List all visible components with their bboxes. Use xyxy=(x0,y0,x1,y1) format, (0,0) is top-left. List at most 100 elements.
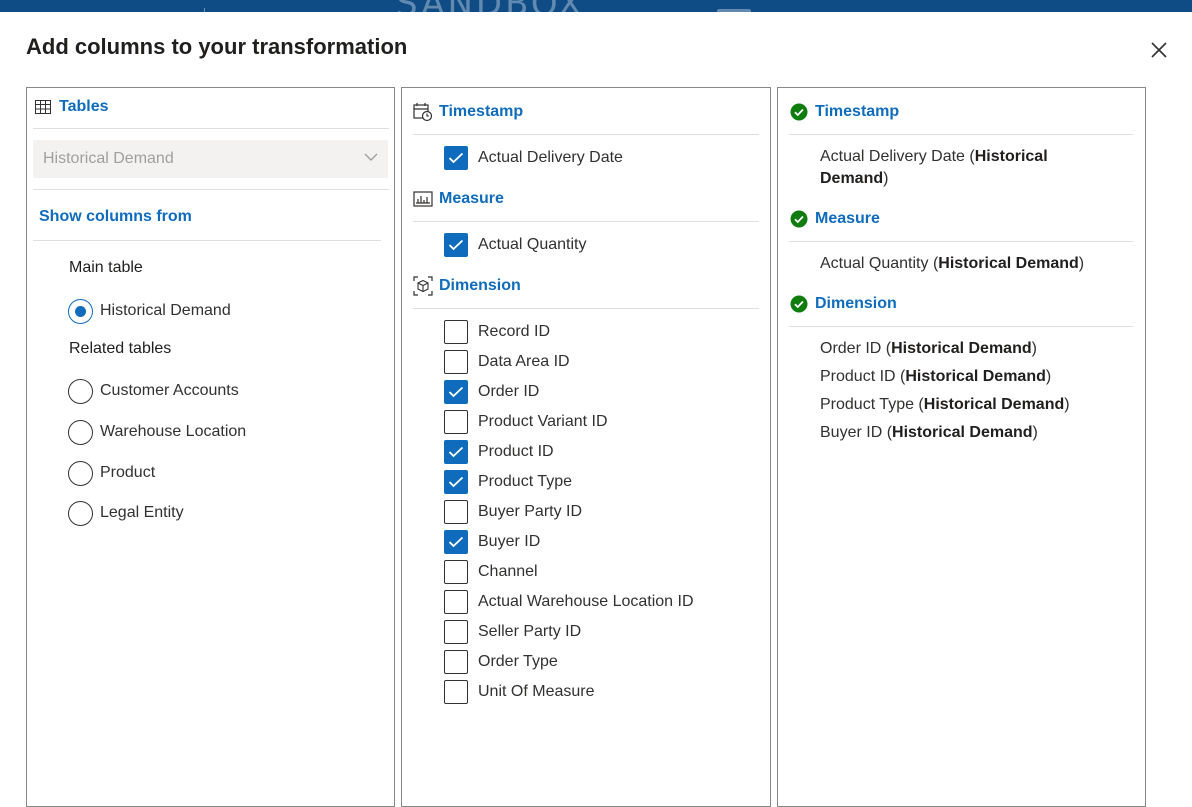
topbar-control xyxy=(717,9,751,12)
divider xyxy=(789,241,1133,242)
tables-heading-label: Tables xyxy=(59,98,109,115)
checkbox[interactable] xyxy=(444,650,468,674)
selected-timestamp-label: Timestamp xyxy=(815,103,900,120)
selected-column-table: Historical Demand xyxy=(891,340,1032,357)
checkbox[interactable] xyxy=(444,470,468,494)
checkbox-label: Data Area ID xyxy=(478,353,570,370)
selected-columns-panel: Timestamp Actual Delivery Date (Historic… xyxy=(777,87,1146,807)
checkbox[interactable] xyxy=(444,380,468,404)
table-icon xyxy=(33,97,53,117)
radio-button[interactable] xyxy=(68,378,93,404)
divider xyxy=(33,128,389,129)
app-top-bar: SANDBOX xyxy=(0,0,1192,12)
selected-column-item: Actual Delivery Date (Historical Demand) xyxy=(820,148,1048,187)
selected-column-name: Actual Delivery Date xyxy=(820,148,965,165)
checkbox-label: Buyer ID xyxy=(478,533,541,550)
checkbox-product-type[interactable]: Product Type xyxy=(444,469,572,495)
checkbox-seller-party-id[interactable]: Seller Party ID xyxy=(444,619,581,645)
checkbox-buyer-party-id[interactable]: Buyer Party ID xyxy=(444,499,582,525)
checkmark-icon xyxy=(448,386,464,398)
checkbox[interactable] xyxy=(444,530,468,554)
radio-product[interactable]: Product xyxy=(68,460,155,486)
radio-customer-accounts[interactable]: Customer Accounts xyxy=(68,378,239,404)
measure-chart-icon xyxy=(413,189,433,209)
close-button[interactable] xyxy=(1146,37,1172,63)
related-tables-label: Related tables xyxy=(69,340,172,357)
selected-timestamp-heading: Timestamp xyxy=(789,100,899,124)
chevron-down-icon xyxy=(364,153,378,161)
selected-column-table: Historical Demand xyxy=(938,255,1079,272)
radio-label: Warehouse Location xyxy=(100,423,247,440)
checkbox-buyer-id[interactable]: Buyer ID xyxy=(444,529,540,555)
radio-button[interactable] xyxy=(68,298,93,324)
divider xyxy=(413,134,759,135)
checkbox-label: Order ID xyxy=(478,383,540,400)
checkbox-channel[interactable]: Channel xyxy=(444,559,538,585)
checkbox-product-id[interactable]: Product ID xyxy=(444,439,554,465)
radio-button[interactable] xyxy=(68,460,93,486)
tables-panel: Tables Historical Demand Show columns fr… xyxy=(26,87,395,807)
checkbox-label: Buyer Party ID xyxy=(478,503,583,520)
checkbox-label: Product ID xyxy=(478,443,554,460)
selected-column-table: Historical Demand xyxy=(892,424,1033,441)
selected-column-name: Actual Quantity xyxy=(820,255,929,272)
measure-heading-label: Measure xyxy=(439,190,504,207)
checkbox[interactable] xyxy=(444,500,468,524)
checkbox-label: Order Type xyxy=(478,653,558,670)
main-table-label: Main table xyxy=(69,259,143,276)
checkbox-label: Unit Of Measure xyxy=(478,683,595,700)
divider xyxy=(789,134,1133,135)
divider xyxy=(413,221,759,222)
checkbox-record-id[interactable]: Record ID xyxy=(444,319,550,345)
radio-label: Customer Accounts xyxy=(100,382,239,399)
radio-button[interactable] xyxy=(68,500,93,526)
divider xyxy=(789,326,1133,327)
checkbox-actual-warehouse-location-id[interactable]: Actual Warehouse Location ID xyxy=(444,589,694,615)
checkbox[interactable] xyxy=(444,410,468,434)
check-circle-icon xyxy=(789,209,809,229)
sandbox-watermark: SANDBOX xyxy=(396,0,585,12)
checkbox[interactable] xyxy=(444,590,468,614)
radio-label: Legal Entity xyxy=(100,504,184,521)
checkbox[interactable] xyxy=(444,440,468,464)
radio-legal-entity[interactable]: Legal Entity xyxy=(68,500,184,526)
divider xyxy=(33,189,389,190)
selected-column-item: Order ID (Historical Demand) xyxy=(820,340,1037,357)
timestamp-section-heading: Timestamp xyxy=(413,100,523,124)
radio-main-table[interactable]: Historical Demand xyxy=(68,298,231,324)
checkbox[interactable] xyxy=(444,620,468,644)
selected-column-item: Product Type (Historical Demand) xyxy=(820,396,1070,413)
divider xyxy=(413,308,759,309)
checkbox[interactable] xyxy=(444,680,468,704)
columns-panel: Timestamp Actual Delivery Date Measure A… xyxy=(401,87,771,807)
checkbox-data-area-id[interactable]: Data Area ID xyxy=(444,349,570,375)
table-dropdown[interactable]: Historical Demand xyxy=(33,140,388,178)
selected-dimension-heading: Dimension xyxy=(789,292,897,316)
checkbox[interactable] xyxy=(444,350,468,374)
checkbox-actual-delivery-date[interactable]: Actual Delivery Date xyxy=(444,145,623,171)
checkbox[interactable] xyxy=(444,560,468,584)
checkbox-label: Seller Party ID xyxy=(478,623,582,640)
show-columns-from-heading: Show columns from xyxy=(39,208,192,225)
checkbox-label: Product Type xyxy=(478,473,572,490)
checkbox-product-variant-id[interactable]: Product Variant ID xyxy=(444,409,608,435)
radio-label: Historical Demand xyxy=(100,302,231,319)
checkbox-order-id[interactable]: Order ID xyxy=(444,379,539,405)
check-circle-icon xyxy=(789,294,809,314)
selected-column-name: Product ID xyxy=(820,368,896,385)
radio-warehouse-location[interactable]: Warehouse Location xyxy=(68,419,246,445)
selected-column-name: Order ID xyxy=(820,340,882,357)
dimension-heading-label: Dimension xyxy=(439,277,521,294)
radio-button[interactable] xyxy=(68,419,93,445)
topbar-divider xyxy=(204,8,205,12)
selected-column-table: Historical Demand xyxy=(923,396,1065,413)
checkbox-unit-of-measure[interactable]: Unit Of Measure xyxy=(444,679,594,705)
dimension-section-heading: Dimension xyxy=(413,274,521,298)
checkbox[interactable] xyxy=(444,233,468,257)
checkbox[interactable] xyxy=(444,146,468,170)
checkbox-order-type[interactable]: Order Type xyxy=(444,649,558,675)
checkbox[interactable] xyxy=(444,320,468,344)
selected-measure-label: Measure xyxy=(815,210,880,227)
selected-column-item: Actual Quantity (Historical Demand) xyxy=(820,255,1085,272)
checkbox-actual-quantity[interactable]: Actual Quantity xyxy=(444,232,587,258)
